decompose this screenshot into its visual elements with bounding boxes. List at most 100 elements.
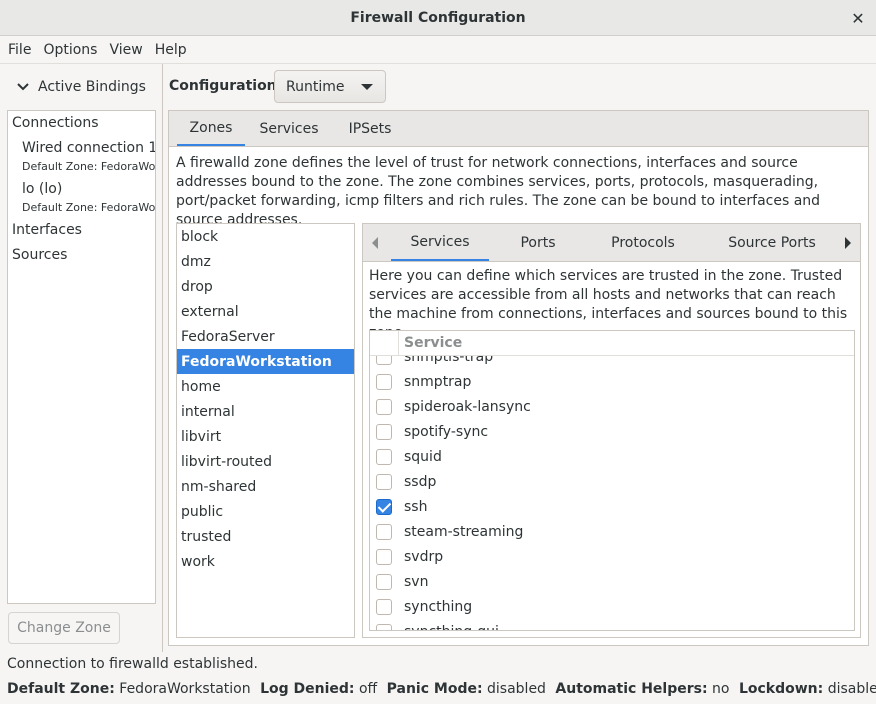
service-checkbox[interactable]: [376, 373, 392, 390]
scroll-tabs-left-icon[interactable]: [363, 224, 387, 262]
log-denied-value: off: [358, 681, 378, 697]
table-row[interactable]: ssdp: [370, 469, 854, 494]
configuration-dropdown[interactable]: Runtime: [274, 70, 386, 103]
tab-zone-protocols[interactable]: Protocols: [599, 224, 687, 262]
active-bindings-toggle[interactable]: Active Bindings: [0, 74, 163, 100]
tab-zones[interactable]: Zones: [177, 111, 245, 147]
zone-tab-bar: Services Ports Protocols Source Ports: [362, 223, 861, 262]
main-tab-bar: Zones Services IPSets: [168, 110, 869, 147]
service-name: svdrp: [404, 548, 444, 565]
tab-zone-ports[interactable]: Ports: [503, 224, 573, 262]
tab-services[interactable]: Services: [251, 111, 327, 147]
service-name: svn: [404, 573, 429, 590]
zone-item[interactable]: block: [177, 224, 354, 249]
table-row[interactable]: ssh: [370, 494, 854, 519]
bindings-lo[interactable]: lo (lo): [22, 181, 62, 197]
service-name: syncthing: [404, 598, 473, 615]
service-checkbox[interactable]: [376, 623, 392, 630]
change-zone-button[interactable]: Change Zone: [8, 612, 120, 644]
service-checkbox-checked[interactable]: [376, 498, 392, 515]
zone-item[interactable]: FedoraServer: [177, 324, 354, 349]
service-checkbox[interactable]: [376, 398, 392, 415]
title-bar: Firewall Configuration ✕: [0, 0, 876, 36]
menu-file[interactable]: File: [2, 42, 37, 58]
bindings-tree: Connections Wired connection 1 (e Defaul…: [7, 110, 156, 604]
table-row[interactable]: svdrp: [370, 544, 854, 569]
bindings-interfaces[interactable]: Interfaces: [12, 222, 82, 238]
panic-mode-value: disabled: [487, 681, 546, 697]
services-table[interactable]: Service snmptls-trap snmptrap spideroak-…: [369, 330, 855, 631]
bindings-lo-zone[interactable]: Default Zone: FedoraWo: [22, 201, 155, 214]
tab-zone-services[interactable]: Services: [391, 224, 489, 262]
service-name: syncthing-gui: [404, 624, 499, 631]
scroll-tabs-right-icon[interactable]: [836, 224, 860, 262]
zone-item[interactable]: internal: [177, 399, 354, 424]
configuration-value: Runtime: [286, 78, 345, 95]
service-name: snmptls-trap: [404, 356, 494, 365]
table-row[interactable]: syncthing: [370, 594, 854, 619]
service-checkbox[interactable]: [376, 356, 392, 365]
table-row[interactable]: svn: [370, 569, 854, 594]
active-bindings-label: Active Bindings: [38, 79, 146, 95]
zone-item[interactable]: external: [177, 299, 354, 324]
zone-item[interactable]: work: [177, 549, 354, 574]
automatic-helpers-label: Automatic Helpers:: [555, 681, 708, 697]
service-checkbox[interactable]: [376, 598, 392, 615]
bindings-wired-connection[interactable]: Wired connection 1 (e: [22, 140, 155, 156]
services-table-header: Service: [370, 331, 854, 356]
zone-item[interactable]: libvirt: [177, 424, 354, 449]
automatic-helpers-value: no: [712, 681, 730, 697]
lockdown-label: Lockdown:: [738, 681, 824, 697]
service-checkbox[interactable]: [376, 573, 392, 590]
status-bar: Default Zone: FedoraWorkstation Log Deni…: [7, 681, 876, 697]
menu-options[interactable]: Options: [37, 42, 103, 58]
bindings-wired-zone[interactable]: Default Zone: FedoraWo: [22, 160, 155, 173]
service-column-header[interactable]: Service: [404, 335, 462, 351]
service-name: spideroak-lansync: [404, 398, 531, 415]
status-message: Connection to firewalld established.: [7, 656, 258, 672]
chevron-down-icon: [17, 81, 31, 94]
service-name: ssh: [404, 498, 428, 515]
bindings-sources[interactable]: Sources: [12, 247, 67, 263]
service-name: spotify-sync: [404, 423, 489, 440]
log-denied-label: Log Denied:: [260, 681, 355, 697]
tab-ipsets[interactable]: IPSets: [337, 111, 403, 147]
zone-item[interactable]: libvirt-routed: [177, 449, 354, 474]
window-title: Firewall Configuration: [350, 9, 526, 26]
bindings-connections[interactable]: Connections: [12, 115, 99, 131]
table-row[interactable]: snmptls-trap: [370, 356, 854, 369]
service-name: snmptrap: [404, 373, 472, 390]
table-row[interactable]: steam-streaming: [370, 519, 854, 544]
zone-item[interactable]: home: [177, 374, 354, 399]
zone-item[interactable]: trusted: [177, 524, 354, 549]
service-checkbox[interactable]: [376, 473, 392, 490]
table-row[interactable]: spideroak-lansync: [370, 394, 854, 419]
zone-list[interactable]: block dmz drop external FedoraServer Fed…: [176, 223, 355, 638]
menu-view[interactable]: View: [103, 42, 148, 58]
column-separator: [398, 331, 399, 356]
service-name: steam-streaming: [404, 523, 524, 540]
lockdown-value: disabled: [827, 681, 876, 697]
table-row[interactable]: squid: [370, 444, 854, 469]
menu-help[interactable]: Help: [149, 42, 193, 58]
services-rows: snmptls-trap snmptrap spideroak-lansync …: [370, 356, 854, 630]
service-checkbox[interactable]: [376, 548, 392, 565]
service-checkbox[interactable]: [376, 448, 392, 465]
table-row[interactable]: syncthing-gui: [370, 619, 854, 630]
dropdown-caret-icon: [361, 84, 373, 90]
zone-item[interactable]: public: [177, 499, 354, 524]
active-bindings-pane: Active Bindings Connections Wired connec…: [0, 64, 163, 652]
service-name: ssdp: [404, 473, 437, 490]
zone-item-selected[interactable]: FedoraWorkstation: [177, 349, 354, 374]
menu-bar: File Options View Help: [0, 36, 876, 64]
table-row[interactable]: snmptrap: [370, 369, 854, 394]
panic-mode-label: Panic Mode:: [386, 681, 483, 697]
zone-item[interactable]: drop: [177, 274, 354, 299]
close-icon[interactable]: ✕: [848, 8, 868, 28]
tab-zone-source-ports[interactable]: Source Ports: [717, 224, 827, 262]
zone-item[interactable]: dmz: [177, 249, 354, 274]
zone-item[interactable]: nm-shared: [177, 474, 354, 499]
service-checkbox[interactable]: [376, 523, 392, 540]
table-row[interactable]: spotify-sync: [370, 419, 854, 444]
service-checkbox[interactable]: [376, 423, 392, 440]
